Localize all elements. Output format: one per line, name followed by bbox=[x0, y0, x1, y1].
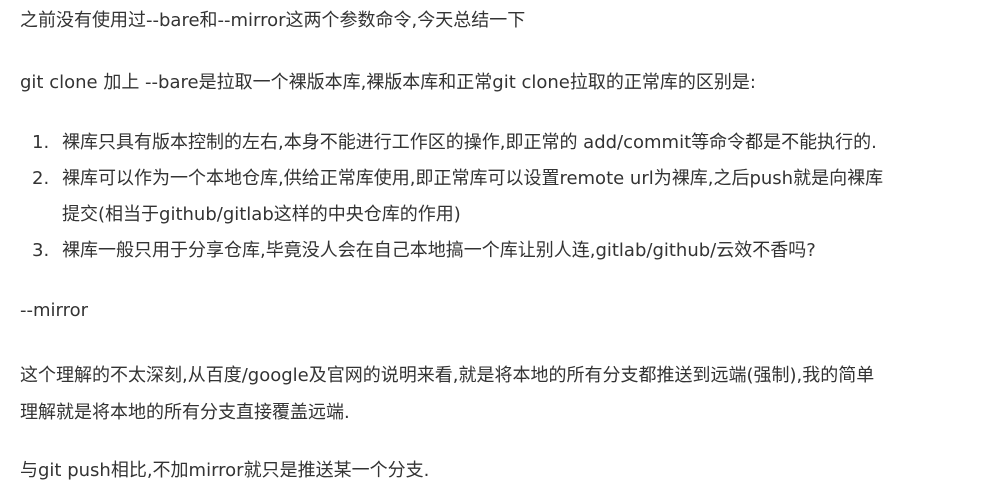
mirror-explanation: 这个理解的不太深刻,从百度/google及官网的说明来看,就是将本地的所有分支都… bbox=[20, 357, 980, 431]
mirror-explanation-line-2: 理解就是将本地的所有分支直接覆盖远端. bbox=[20, 402, 350, 423]
list-item-number: 2. bbox=[32, 168, 50, 189]
list-item-text-continued: 提交(相当于github/gitlab这样的中央仓库的作用) bbox=[62, 204, 461, 225]
list-item: 1. 裸库只具有版本控制的左右,本身不能进行工作区的操作,即正常的 add/co… bbox=[20, 125, 883, 161]
list-item-number: 3. bbox=[32, 240, 50, 261]
list-item-text: 裸库可以作为一个本地仓库,供给正常库使用,即正常库可以设置remote url为… bbox=[62, 168, 884, 189]
push-compare-paragraph: 与git push相比,不加mirror就只是推送某一个分支. bbox=[20, 460, 430, 481]
article-body: 之前没有使用过--bare和--mirror这两个参数命令,今天总结一下 git… bbox=[0, 0, 1000, 487]
list-item-text: 裸库一般只用于分享仓库,毕竟没人会在自己本地搞一个库让别人连,gitlab/gi… bbox=[62, 240, 816, 261]
intro-paragraph: 之前没有使用过--bare和--mirror这两个参数命令,今天总结一下 bbox=[20, 10, 526, 31]
list-item: 2. 裸库可以作为一个本地仓库,供给正常库使用,即正常库可以设置remote u… bbox=[20, 161, 883, 233]
bare-differences-list: 1. 裸库只具有版本控制的左右,本身不能进行工作区的操作,即正常的 add/co… bbox=[20, 125, 883, 269]
list-item: 3. 裸库一般只用于分享仓库,毕竟没人会在自己本地搞一个库让别人连,gitlab… bbox=[20, 233, 883, 269]
list-item-text: 裸库只具有版本控制的左右,本身不能进行工作区的操作,即正常的 add/commi… bbox=[62, 132, 877, 153]
bare-intro-paragraph: git clone 加上 --bare是拉取一个裸版本库,裸版本库和正常git … bbox=[20, 72, 756, 93]
mirror-explanation-line-1: 这个理解的不太深刻,从百度/google及官网的说明来看,就是将本地的所有分支都… bbox=[20, 365, 875, 386]
list-item-number: 1. bbox=[32, 132, 50, 153]
mirror-heading: --mirror bbox=[20, 300, 89, 321]
